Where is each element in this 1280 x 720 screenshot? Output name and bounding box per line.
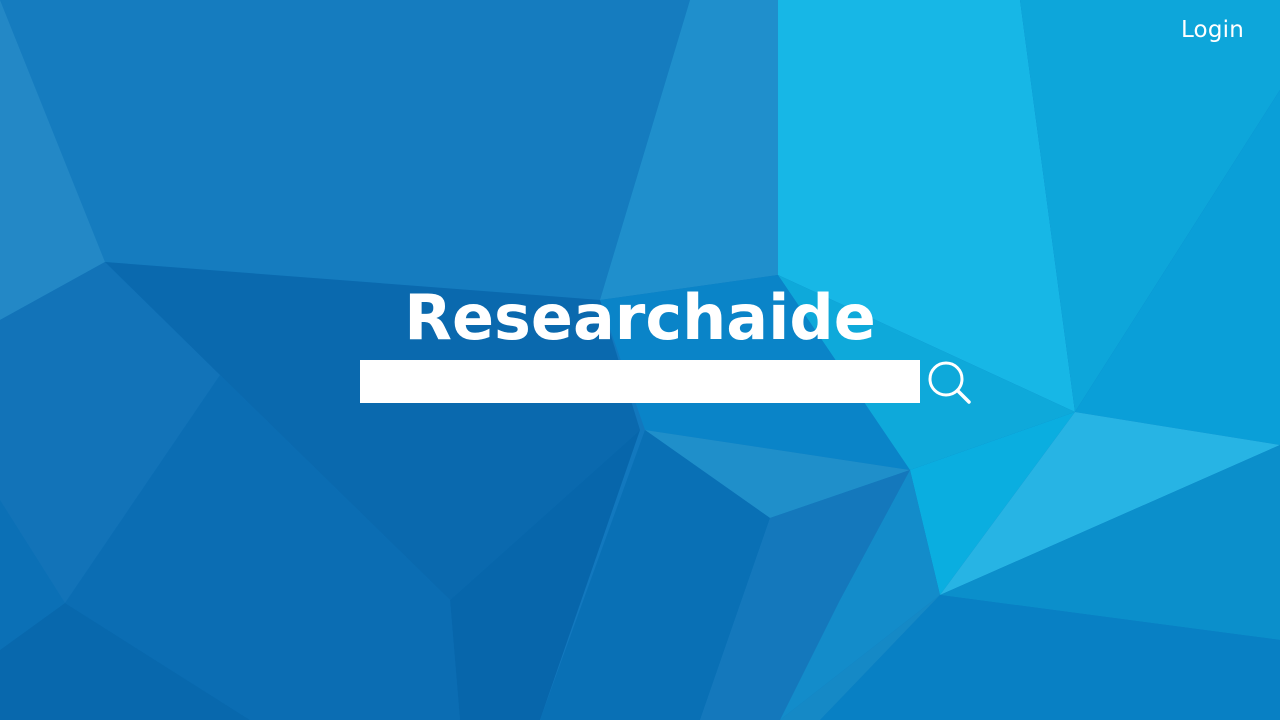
- brand-title: Researchaide: [404, 281, 876, 354]
- search-input[interactable]: [360, 360, 920, 403]
- search-button[interactable]: [926, 359, 974, 405]
- login-link[interactable]: Login: [1181, 17, 1244, 43]
- magnifier-icon: [928, 361, 971, 404]
